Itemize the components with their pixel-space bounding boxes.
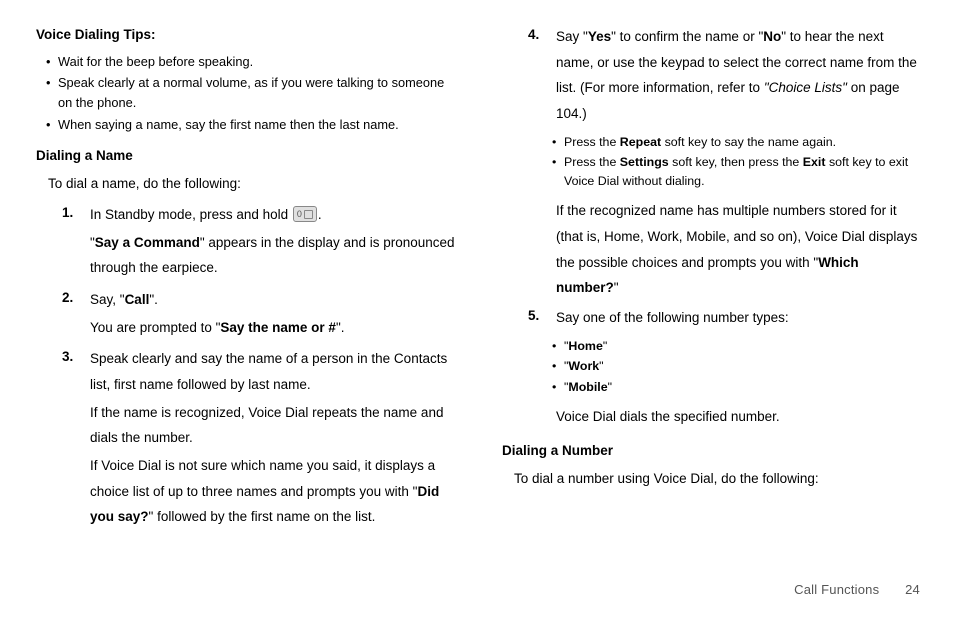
left-column: Voice Dialing Tips: Wait for the beep be… <box>36 20 480 580</box>
step-1: 1. In Standby mode, press and hold . "Sa… <box>62 202 458 283</box>
dialing-number-intro: To dial a number using Voice Dial, do th… <box>514 468 924 490</box>
dialing-name-intro: To dial a name, do the following: <box>48 173 458 195</box>
section-title: Call Functions <box>794 582 879 597</box>
text: If the recognized name has multiple numb… <box>556 203 917 269</box>
say-command-label: Say a Command <box>95 235 200 250</box>
text: " <box>603 339 607 353</box>
list-item: Press the Repeat soft key to say the nam… <box>556 133 924 152</box>
text: " <box>614 280 619 295</box>
step-number: 1. <box>62 202 90 283</box>
home-label: Home <box>568 339 602 353</box>
step-3: 3. Speak clearly and say the name of a p… <box>62 346 458 531</box>
yes-label: Yes <box>588 29 611 44</box>
text: soft key to say the name again. <box>661 135 836 149</box>
mobile-label: Mobile <box>568 380 607 394</box>
text: " <box>608 380 612 394</box>
voice-dialing-tips-header: Voice Dialing Tips: <box>36 24 458 46</box>
text: " to confirm the name or " <box>611 29 763 44</box>
step-body: In Standby mode, press and hold . "Say a… <box>90 202 458 283</box>
text: You are prompted to " <box>90 320 220 335</box>
number-types-list: "Home" "Work" "Mobile" <box>532 337 924 397</box>
exit-label: Exit <box>803 155 826 169</box>
dialing-number-header: Dialing a Number <box>502 440 924 462</box>
page-number: 24 <box>905 582 920 597</box>
text: " followed by the first name on the list… <box>149 509 376 524</box>
choice-lists-ref: "Choice Lists" <box>764 80 847 95</box>
step4-sublist: Press the Repeat soft key to say the nam… <box>532 133 924 191</box>
step-number: 5. <box>528 305 556 333</box>
step-5: 5. Say one of the following number types… <box>528 305 924 333</box>
list-item: Wait for the beep before speaking. <box>50 52 458 72</box>
step-body: Say "Yes" to confirm the name or "No" to… <box>556 24 924 129</box>
list-item: "Work" <box>556 357 924 376</box>
repeat-label: Repeat <box>620 135 661 149</box>
list-item: "Mobile" <box>556 378 924 397</box>
step-body: Say one of the following number types: <box>556 305 924 333</box>
text: If Voice Dial is not sure which name you… <box>90 458 435 499</box>
text: Say one of the following number types: <box>556 305 924 331</box>
step-2: 2. Say, "Call". You are prompted to "Say… <box>62 287 458 342</box>
call-label: Call <box>125 292 150 307</box>
text: Say " <box>556 29 588 44</box>
text: soft key, then press the <box>669 155 803 169</box>
say-name-label: Say the name or # <box>220 320 336 335</box>
list-item: When saying a name, say the first name t… <box>50 115 458 135</box>
list-item: Press the Settings soft key, then press … <box>556 153 924 190</box>
step-body: Say, "Call". You are prompted to "Say th… <box>90 287 458 342</box>
text: Speak clearly and say the name of a pers… <box>90 346 458 397</box>
right-column: 4. Say "Yes" to confirm the name or "No"… <box>480 20 924 580</box>
text: If the name is recognized, Voice Dial re… <box>90 400 458 451</box>
page-content: Voice Dialing Tips: Wait for the beep be… <box>0 0 954 580</box>
text: ". <box>336 320 345 335</box>
text: . <box>318 207 322 222</box>
text: Press the <box>564 155 620 169</box>
step-4: 4. Say "Yes" to confirm the name or "No"… <box>528 24 924 129</box>
step-number: 3. <box>62 346 90 531</box>
text: " <box>599 359 603 373</box>
page-footer: Call Functions 24 <box>0 580 954 611</box>
tips-list: Wait for the beep before speaking. Speak… <box>36 52 458 135</box>
text: Press the <box>564 135 620 149</box>
step-number: 4. <box>528 24 556 129</box>
text: In Standby mode, press and hold <box>90 207 292 222</box>
dialing-name-header: Dialing a Name <box>36 145 458 167</box>
list-item: Speak clearly at a normal volume, as if … <box>50 73 458 113</box>
step4-continuation: If the recognized name has multiple numb… <box>556 198 924 301</box>
step-number: 2. <box>62 287 90 342</box>
work-label: Work <box>568 359 599 373</box>
text: Say, " <box>90 292 125 307</box>
voice-key-icon <box>293 206 317 222</box>
settings-label: Settings <box>620 155 669 169</box>
step-body: Speak clearly and say the name of a pers… <box>90 346 458 531</box>
step5-after: Voice Dial dials the specified number. <box>556 404 924 430</box>
text: ". <box>149 292 158 307</box>
list-item: "Home" <box>556 337 924 356</box>
no-label: No <box>763 29 781 44</box>
